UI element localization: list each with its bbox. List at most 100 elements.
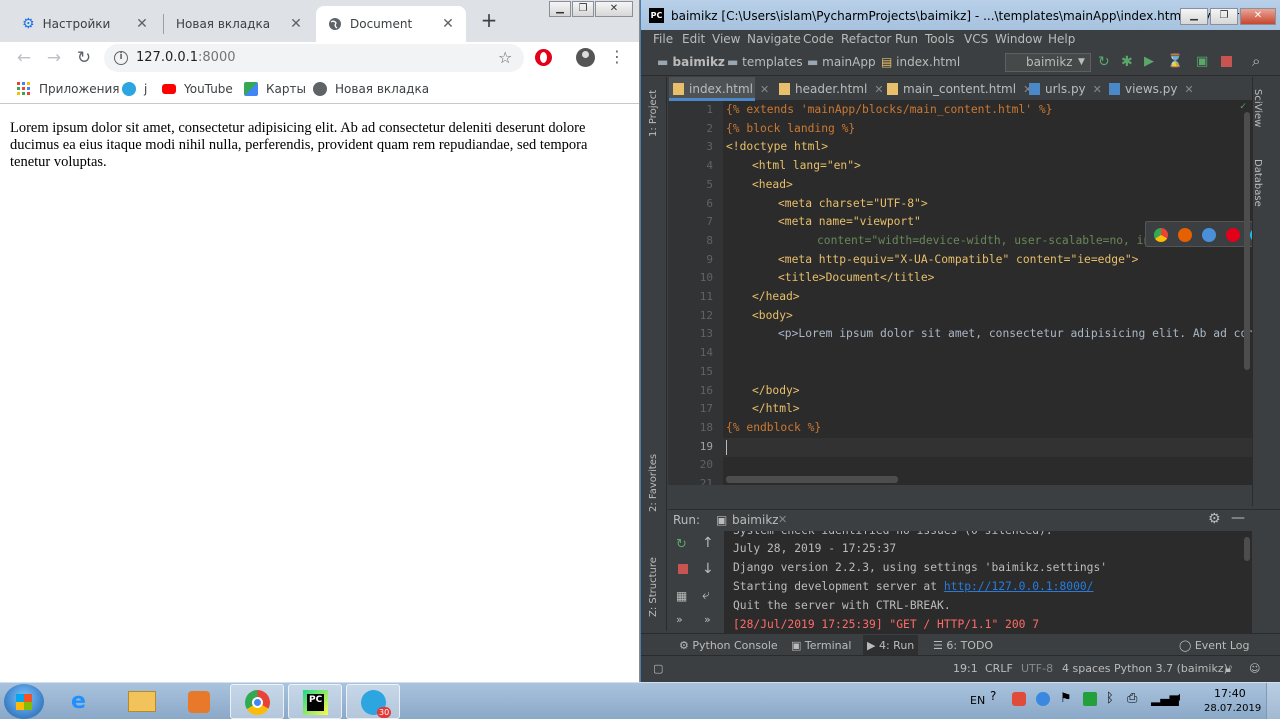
minimize-panel-icon[interactable]: —: [1231, 510, 1245, 526]
menu-window[interactable]: Window: [995, 32, 1042, 46]
opera-icon[interactable]: [1226, 228, 1240, 242]
more-icon[interactable]: »: [676, 613, 683, 626]
explorer-taskbar-button[interactable]: [115, 684, 169, 719]
run-tab[interactable]: baimikz: [732, 513, 779, 527]
telegram-taskbar-button[interactable]: 30: [346, 684, 400, 719]
clock-date[interactable]: 28.07.2019: [1204, 703, 1261, 714]
bookmark-maps[interactable]: Карты: [244, 80, 306, 98]
menu-refactor[interactable]: Refactor: [841, 32, 891, 46]
terminal-tab[interactable]: ▣ Terminal: [791, 639, 851, 652]
flag-icon[interactable]: ⚑: [1060, 691, 1072, 706]
concurrency-icon[interactable]: ▣: [1196, 54, 1208, 69]
tab-document[interactable]: Document ✕: [316, 6, 466, 42]
ie-icon[interactable]: [1250, 228, 1252, 242]
more-icon[interactable]: »: [704, 613, 711, 626]
close-icon[interactable]: ✕: [778, 513, 787, 526]
toggle-panels-icon[interactable]: ▢: [653, 662, 663, 675]
maximize-button[interactable]: ❐: [572, 1, 594, 17]
close-icon[interactable]: ✕: [134, 16, 150, 32]
stop-icon[interactable]: [1221, 56, 1232, 67]
database-tool-button[interactable]: Database: [1252, 159, 1263, 207]
run-console[interactable]: System check identified no issues (0 sil…: [724, 531, 1252, 633]
breadcrumb-project[interactable]: ▬ baimikz: [657, 55, 725, 69]
sciview-tool-button[interactable]: SciView: [1252, 89, 1263, 127]
media-player-taskbar-button[interactable]: [172, 684, 226, 719]
project-tool-button[interactable]: 1: Project: [648, 90, 659, 137]
soft-wrap-icon[interactable]: ⤶: [702, 587, 710, 603]
line-separator[interactable]: CRLF: [985, 662, 1013, 675]
start-button[interactable]: [4, 684, 44, 719]
tab-new-tab[interactable]: Новая вкладка ✕: [164, 6, 314, 42]
menu-navigate[interactable]: Navigate: [747, 32, 801, 46]
debug-icon[interactable]: ✱: [1121, 54, 1133, 70]
show-desktop-button[interactable]: [1266, 683, 1280, 719]
editor-tab-urls-py[interactable]: urls.py ✕: [1025, 77, 1102, 101]
structure-tool-button[interactable]: Z: Structure: [648, 557, 659, 617]
address-bar[interactable]: i 127.0.0.1:8000 ☆: [104, 44, 524, 72]
tray-app-icon[interactable]: [1012, 692, 1026, 706]
python-console-tab[interactable]: ⚙ Python Console: [679, 639, 778, 652]
breadcrumb-file[interactable]: ▤ index.html: [881, 55, 960, 69]
forward-button[interactable]: →: [43, 47, 65, 69]
menu-file[interactable]: File: [653, 32, 673, 46]
minimize-button[interactable]: ▁: [549, 1, 571, 17]
volume-icon[interactable]: 🔈︎: [1176, 690, 1184, 705]
editor-tab-main-content-html[interactable]: main_content.html ✕: [883, 77, 1032, 101]
python-interpreter[interactable]: Python 3.7 (baimikz): [1114, 662, 1228, 675]
menu-code[interactable]: Code: [803, 32, 834, 46]
indent-setting[interactable]: 4 spaces: [1062, 662, 1111, 675]
chrome-icon[interactable]: [1154, 228, 1168, 242]
editor-tab-index-html[interactable]: index.html ✕: [669, 77, 769, 101]
event-log-tab[interactable]: ◯ Event Log: [1179, 639, 1249, 652]
server-url-link[interactable]: http://127.0.0.1:8000/: [944, 580, 1094, 593]
close-window-button[interactable]: ✕: [1240, 8, 1276, 25]
close-icon[interactable]: ✕: [1093, 83, 1102, 96]
info-icon[interactable]: i: [114, 51, 128, 65]
inspector-icon[interactable]: ☺: [1249, 662, 1260, 675]
stop-icon[interactable]: [678, 564, 688, 574]
bluetooth-icon[interactable]: ᛒ: [1106, 691, 1114, 706]
favorites-tool-button[interactable]: 2: Favorites: [648, 454, 659, 512]
menu-view[interactable]: View: [712, 32, 740, 46]
maximize-button[interactable]: ❐: [1210, 8, 1238, 25]
check-tray-icon[interactable]: [1083, 692, 1097, 706]
rerun-icon[interactable]: ↻: [676, 537, 687, 552]
layout-icon[interactable]: ▦: [676, 589, 687, 603]
opera-extension-icon[interactable]: [535, 49, 552, 66]
ie-taskbar-button[interactable]: e: [57, 684, 111, 719]
console-scrollbar[interactable]: [1244, 537, 1250, 561]
back-button[interactable]: ←: [13, 47, 35, 69]
bookmark-star-icon[interactable]: ☆: [498, 44, 512, 72]
new-tab-button[interactable]: +: [478, 10, 500, 32]
close-window-button[interactable]: ✕: [595, 1, 633, 17]
search-icon[interactable]: ⌕: [1252, 52, 1260, 70]
language-indicator[interactable]: EN: [970, 694, 985, 707]
menu-help[interactable]: Help: [1048, 32, 1075, 46]
bookmark-apps[interactable]: Приложения: [17, 80, 120, 98]
clock-time[interactable]: 17:40: [1214, 687, 1246, 700]
editor-tab-views-py[interactable]: views.py ✕: [1105, 77, 1194, 101]
caret-position[interactable]: 19:1: [953, 662, 978, 675]
printer-icon[interactable]: ⎙: [1127, 691, 1137, 706]
safari-icon[interactable]: [1202, 228, 1216, 242]
todo-tab[interactable]: ☰ 6: TODO: [933, 639, 993, 652]
close-icon[interactable]: ✕: [760, 83, 769, 96]
avatar[interactable]: [576, 48, 595, 67]
help-icon[interactable]: ?: [990, 689, 996, 703]
menu-edit[interactable]: Edit: [682, 32, 705, 46]
reload-button[interactable]: ↻: [73, 47, 95, 69]
vertical-scrollbar[interactable]: [1244, 112, 1250, 370]
menu-tools[interactable]: Tools: [925, 32, 955, 46]
pycharm-taskbar-button[interactable]: PC: [288, 684, 342, 719]
scroll-up-icon[interactable]: ↑: [702, 535, 714, 551]
code-editor[interactable]: {% extends 'mainApp/blocks/main_content.…: [723, 101, 1252, 485]
scroll-down-icon[interactable]: ↓: [702, 561, 714, 577]
tab-settings[interactable]: ⚙ Настройки ✕: [10, 6, 160, 42]
profile-icon[interactable]: ⌛: [1167, 54, 1183, 69]
close-icon[interactable]: ✕: [440, 16, 456, 32]
breadcrumb-mainapp[interactable]: ▬ mainApp: [807, 55, 876, 69]
coverage-icon[interactable]: ▶: [1144, 54, 1154, 69]
file-encoding[interactable]: UTF-8: [1021, 662, 1053, 675]
bookmark-telegram[interactable]: j: [122, 80, 147, 98]
tray-app-icon[interactable]: [1036, 692, 1050, 706]
